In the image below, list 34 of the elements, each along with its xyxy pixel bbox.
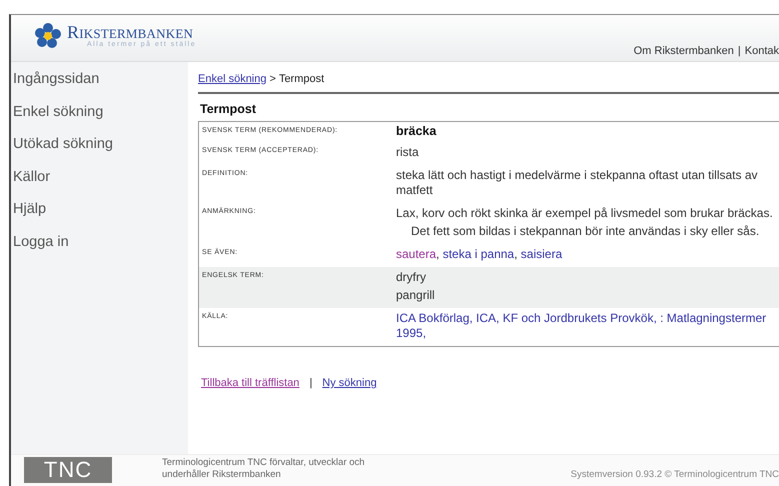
nav-link[interactable]: Tillbaka till träfflistan [201, 377, 300, 389]
separator: | [309, 377, 312, 389]
field-value: Lax, korv och rökt skinka är exempel på livsmedel som brukar bräckas. [396, 205, 774, 222]
comma: , [514, 247, 518, 261]
separator: | [738, 45, 741, 57]
field-value: steka lätt och hastigt i medelvärme i stekpanna oftast utan tillsats av matfett [396, 167, 759, 199]
nav-link[interactable]: Ny sökning [322, 377, 377, 389]
source-link[interactable]: ICA Bokförlag, ICA, KF och Jordbrukets Provkök, : Matlagningstermer 1995, [396, 310, 777, 343]
term-link[interactable]: steka i panna [442, 247, 514, 261]
sidebar-item[interactable]: Logga in [11, 232, 188, 265]
field-value: Det fett som bildas i stekpannan bör inte användas i sky eller sås. [410, 223, 760, 240]
flower-logo-icon [35, 23, 61, 49]
tnc-logo: TNC [24, 457, 112, 483]
top-link[interactable]: Om Rikstermbanken [634, 45, 734, 57]
field-value: dryfry [396, 269, 427, 286]
top-link[interactable]: Kontak [744, 45, 779, 57]
logo-title: RIKSTERMBANKEN [67, 24, 194, 40]
term-link[interactable]: saisiera [520, 247, 562, 261]
field-value: pangrill [396, 287, 436, 304]
sidebar-item[interactable]: Enkel sökning [11, 102, 188, 135]
sidebar-item[interactable]: Ingångssidan [11, 70, 188, 102]
footer-description: Terminologicentrum TNC förvaltar, utvecklar och underhåller Rikstermbanken [162, 457, 366, 481]
field-value: rista [396, 144, 420, 161]
version-text: Systemversion 0.93.2 © Terminologicentrum TNC [570, 469, 779, 480]
sidebar-item[interactable]: Utökad sökning [11, 135, 188, 168]
breadcrumb-link[interactable]: Enkel sökning [198, 73, 266, 85]
sidebar-item[interactable]: Hjälp [11, 200, 188, 232]
term-link[interactable]: sautera [396, 247, 436, 261]
section-title: Termpost [200, 102, 258, 116]
breadcrumb-separator: > [270, 73, 276, 85]
sidebar-item[interactable]: Källor [11, 168, 188, 200]
breadcrumb-current: Termpost [278, 73, 324, 85]
comma: , [436, 247, 440, 261]
term-value: bräcka [396, 124, 438, 139]
